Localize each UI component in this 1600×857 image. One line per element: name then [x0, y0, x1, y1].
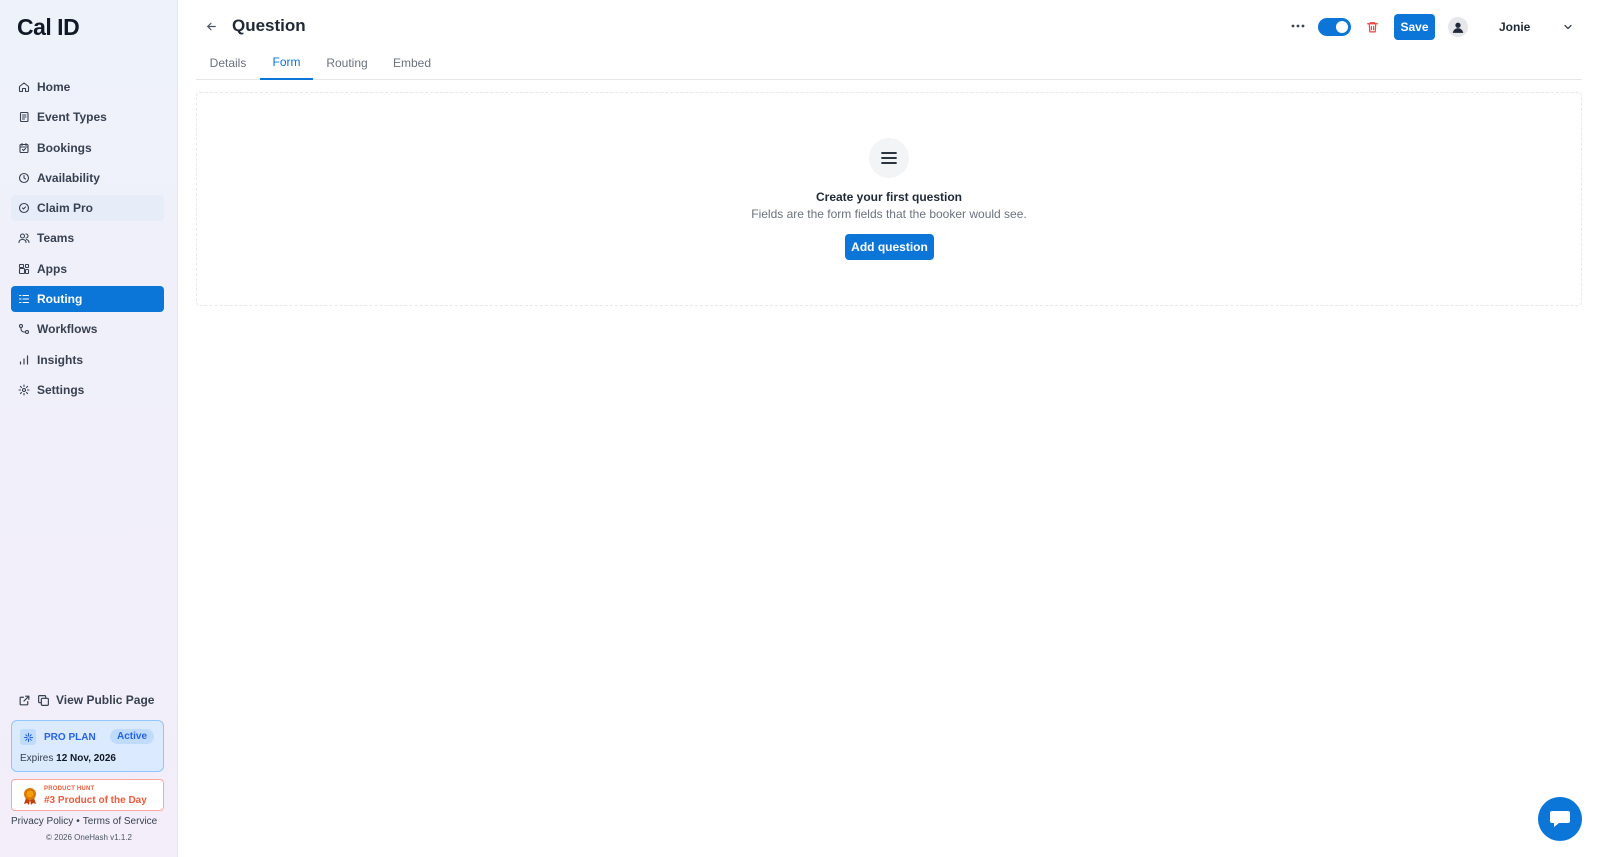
sidebar-item-label: Routing	[37, 292, 83, 307]
tab-bar: Details Form Routing Embed	[196, 46, 1582, 80]
users-icon	[18, 232, 30, 244]
sidebar-item-label: Home	[37, 80, 71, 94]
toggle-knob	[1336, 21, 1348, 33]
sidebar-item-label: Insights	[37, 352, 84, 367]
workflow-icon	[18, 323, 30, 335]
sidebar-item-routing[interactable]: Routing	[11, 286, 164, 313]
bar-chart-icon	[18, 354, 30, 366]
terms-of-service-link[interactable]: Terms of Service	[83, 816, 157, 827]
chat-bubble-icon	[1550, 811, 1570, 827]
more-options-button[interactable]	[1290, 18, 1306, 34]
user-name[interactable]: Jonie	[1499, 20, 1530, 34]
avatar[interactable]	[1448, 17, 1468, 37]
user-menu-toggle[interactable]	[1561, 20, 1575, 34]
chat-support-button[interactable]	[1538, 797, 1582, 841]
footer-links: Privacy Policy • Terms of Service	[11, 816, 157, 827]
tab-form[interactable]: Form	[260, 46, 313, 80]
page-title: Question	[232, 16, 306, 35]
save-button[interactable]: Save	[1394, 14, 1435, 40]
plan-name: PRO PLAN	[44, 731, 96, 743]
chevron-down-icon	[1564, 24, 1572, 30]
plan-expiry: Expires 12 Nov, 2026	[20, 753, 116, 764]
plan-status-badge: Active	[109, 729, 154, 744]
sidebar-item-label: Availability	[37, 170, 100, 185]
sidebar-item-apps[interactable]: Apps	[11, 256, 164, 282]
sidebar-item-settings[interactable]: Settings	[11, 377, 164, 403]
sidebar: Cal ID Home Event Types Bookings Availab…	[0, 0, 178, 857]
sidebar-item-label: Bookings	[37, 140, 92, 155]
back-button[interactable]	[203, 18, 219, 34]
view-public-page-link[interactable]: View Public Page	[18, 693, 154, 707]
user-icon	[1452, 22, 1464, 33]
copy-icon[interactable]	[37, 694, 50, 707]
sidebar-item-claim-pro[interactable]: Claim Pro	[11, 195, 164, 222]
sidebar-item-insights[interactable]: Insights	[11, 347, 164, 373]
tab-routing[interactable]: Routing	[313, 46, 381, 80]
sparkle-icon	[20, 729, 36, 745]
footer-separator: •	[76, 816, 80, 827]
calendar-icon	[18, 142, 30, 154]
sidebar-item-label: Claim Pro	[37, 201, 94, 216]
home-icon	[18, 81, 30, 93]
arrow-left-icon	[206, 22, 216, 30]
plan-expiry-label: Expires	[20, 753, 54, 764]
sidebar-item-label: Workflows	[37, 322, 98, 337]
trash-icon	[1366, 22, 1378, 33]
sidebar-item-availability[interactable]: Availability	[11, 165, 164, 191]
routing-icon	[18, 293, 30, 305]
plan-expiry-date: 12 Nov, 2026	[56, 753, 116, 764]
external-link-icon	[19, 695, 30, 705]
view-public-label: View Public Page	[56, 693, 155, 707]
sidebar-item-workflows[interactable]: Workflows	[11, 316, 164, 342]
empty-state-subtitle: Fields are the form fields that the book…	[751, 207, 1027, 221]
product-hunt-small-label: PRODUCT HUNT	[44, 786, 95, 792]
sidebar-item-teams[interactable]: Teams	[11, 225, 164, 251]
product-hunt-title: #3 Product of the Day	[44, 795, 147, 806]
copyright: © 2026 OneHash v1.1.2	[46, 833, 132, 842]
ellipsis-icon	[1291, 24, 1305, 28]
add-question-button[interactable]: Add question	[845, 234, 934, 260]
medal-icon	[24, 788, 36, 805]
empty-state-icon-wrap	[869, 138, 909, 178]
form-active-toggle[interactable]	[1318, 18, 1351, 36]
sidebar-item-label: Settings	[37, 382, 85, 397]
tab-embed[interactable]: Embed	[381, 46, 443, 80]
sidebar-nav: Home Event Types Bookings Availability C…	[11, 74, 164, 407]
clock-icon	[18, 172, 30, 184]
sidebar-item-event-types[interactable]: Event Types	[11, 104, 164, 130]
sidebar-item-label: Teams	[37, 231, 75, 246]
menu-lines-icon	[881, 152, 897, 164]
product-hunt-badge[interactable]: PRODUCT HUNT #3 Product of the Day	[11, 779, 164, 811]
apps-icon	[18, 263, 30, 275]
empty-state-title: Create your first question	[815, 190, 963, 204]
sidebar-item-home[interactable]: Home	[11, 74, 164, 100]
sidebar-item-label: Apps	[37, 261, 67, 276]
sidebar-item-bookings[interactable]: Bookings	[11, 135, 164, 161]
sidebar-item-label: Event Types	[37, 110, 107, 125]
gear-icon	[18, 384, 30, 396]
event-types-icon	[18, 111, 30, 123]
delete-button[interactable]	[1364, 18, 1380, 36]
badge-icon	[18, 202, 30, 214]
app-logo[interactable]: Cal ID	[17, 14, 80, 41]
pro-plan-card[interactable]: PRO PLAN Active Expires 12 Nov, 2026	[11, 720, 164, 772]
tab-details[interactable]: Details	[196, 46, 260, 80]
privacy-policy-link[interactable]: Privacy Policy	[11, 816, 73, 827]
